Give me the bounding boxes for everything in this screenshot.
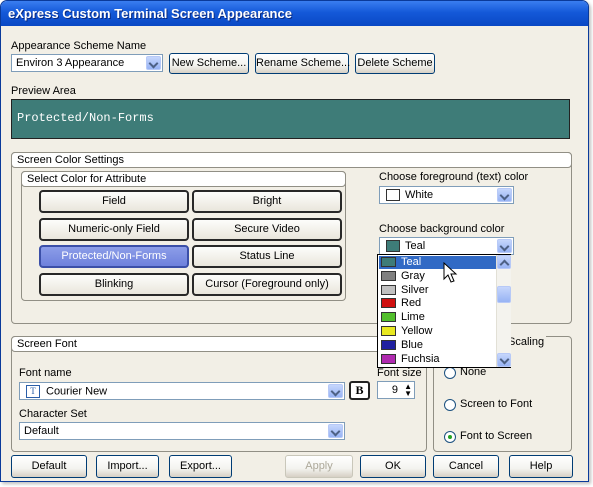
chevron-down-icon[interactable]: [497, 239, 512, 253]
bg-color-option-label: Silver: [401, 283, 429, 296]
import-button[interactable]: Import...: [96, 455, 159, 478]
fg-color-value: White: [405, 189, 434, 201]
chevron-down-icon[interactable]: [497, 188, 512, 202]
color-swatch: [381, 298, 396, 309]
fg-color-label: Choose foreground (text) color: [379, 171, 529, 183]
mouse-cursor-icon: [443, 262, 458, 283]
chevron-down-icon[interactable]: [328, 384, 343, 398]
attribute-group-title: Select Color for Attribute: [21, 171, 346, 187]
scaling-none-radio[interactable]: [444, 367, 456, 379]
bg-color-option-fuchsia[interactable]: Fuchsia: [379, 353, 497, 366]
bg-color-option-blue[interactable]: Blue: [379, 339, 497, 352]
font-name-select[interactable]: T Courier New: [19, 382, 345, 400]
bg-color-option-label: Lime: [401, 311, 425, 324]
color-swatch: [381, 270, 396, 281]
dropdown-scrollbar[interactable]: [496, 255, 511, 367]
export-button[interactable]: Export...: [169, 455, 232, 478]
rename-scheme-button[interactable]: Rename Scheme...: [255, 53, 350, 74]
attr-blinking-button[interactable]: Blinking: [39, 273, 189, 296]
screen-font-title: Screen Font: [11, 336, 427, 352]
scaling-screen-to-font-radio[interactable]: [444, 399, 456, 411]
delete-scheme-button[interactable]: Delete Scheme: [355, 53, 435, 74]
scaling-font-to-screen-label: Font to Screen: [460, 430, 533, 442]
bg-color-value: Teal: [405, 240, 426, 252]
color-swatch: [381, 353, 396, 364]
attr-protected-non-forms-button[interactable]: Protected/Non-Forms: [39, 245, 189, 268]
dialog-window: eXpress Custom Terminal Screen Appearanc…: [0, 0, 589, 482]
bg-color-option-lime[interactable]: Lime: [379, 311, 497, 324]
cancel-button[interactable]: Cancel: [433, 455, 499, 478]
new-scheme-button[interactable]: New Scheme...: [169, 53, 249, 74]
color-swatch: [381, 339, 396, 350]
truetype-font-icon: T: [26, 385, 40, 398]
scheme-label: Appearance Scheme Name: [11, 40, 147, 52]
screen-color-settings-title: Screen Color Settings: [11, 152, 572, 168]
color-swatch: [381, 257, 396, 267]
preview-area: Protected/Non-Forms: [11, 99, 570, 139]
font-size-label: Font size: [377, 367, 422, 379]
chevron-down-icon[interactable]: [328, 424, 343, 438]
scroll-up-button[interactable]: [497, 255, 511, 270]
apply-button[interactable]: Apply: [285, 455, 353, 478]
scheme-select[interactable]: Environ 3 Appearance: [11, 54, 163, 72]
attr-numeric-only-field-button[interactable]: Numeric-only Field: [39, 218, 189, 241]
bg-color-option-label: Blue: [401, 338, 424, 351]
scroll-down-button[interactable]: [497, 353, 511, 367]
chevron-down-icon[interactable]: [146, 56, 161, 70]
charset-label: Character Set: [19, 408, 87, 420]
bold-toggle-button[interactable]: B: [349, 381, 370, 400]
bg-color-option-label: Gray: [401, 269, 425, 282]
scaling-title: Scaling: [506, 336, 547, 348]
scaling-font-to-screen-radio[interactable]: [444, 431, 456, 443]
window-title: eXpress Custom Terminal Screen Appearanc…: [1, 1, 588, 26]
attr-status-line-button[interactable]: Status Line: [192, 245, 342, 268]
attr-cursor-button[interactable]: Cursor (Foreground only): [192, 273, 342, 296]
bg-color-option-gray[interactable]: Gray: [379, 270, 497, 283]
bg-color-swatch: [386, 240, 400, 253]
spin-arrows-icon[interactable]: ▲ ▼: [404, 383, 412, 398]
bg-color-option-yellow[interactable]: Yellow: [379, 325, 497, 338]
bg-color-option-label: Fuchsia: [401, 352, 440, 365]
attr-secure-video-button[interactable]: Secure Video: [192, 218, 342, 241]
bg-color-option-teal[interactable]: Teal: [379, 256, 497, 269]
scaling-screen-to-font-label: Screen to Font: [460, 398, 533, 410]
font-size-value: 9: [391, 384, 398, 396]
scroll-thumb[interactable]: [497, 286, 511, 303]
attr-bright-button[interactable]: Bright: [192, 190, 342, 213]
ok-button[interactable]: OK: [360, 455, 426, 478]
bg-color-option-label: Red: [401, 297, 422, 310]
font-size-stepper[interactable]: 9 ▲ ▼: [377, 381, 415, 399]
preview-text: Protected/Non-Forms: [17, 111, 154, 125]
scheme-selected-value: Environ 3 Appearance: [16, 57, 125, 69]
charset-select[interactable]: Default: [19, 422, 345, 440]
default-button[interactable]: Default: [11, 455, 87, 478]
bg-color-option-red[interactable]: Red: [379, 297, 497, 310]
preview-label: Preview Area: [11, 85, 76, 97]
font-name-value: Courier New: [46, 385, 108, 398]
font-name-label: Font name: [19, 367, 72, 379]
color-swatch: [381, 312, 396, 323]
bg-color-option-label: Yellow: [401, 325, 433, 337]
bg-color-option-silver[interactable]: Silver: [379, 284, 497, 297]
color-swatch: [381, 326, 396, 336]
attr-field-button[interactable]: Field: [39, 190, 189, 213]
bg-color-label: Choose background color: [379, 223, 505, 235]
charset-value: Default: [24, 425, 59, 437]
bg-color-select[interactable]: Teal: [379, 237, 514, 255]
bg-color-option-label: Teal: [401, 256, 422, 268]
color-swatch: [381, 284, 396, 295]
fg-color-select[interactable]: White: [379, 186, 514, 204]
help-button[interactable]: Help: [509, 455, 573, 478]
fg-color-swatch: [386, 189, 400, 202]
